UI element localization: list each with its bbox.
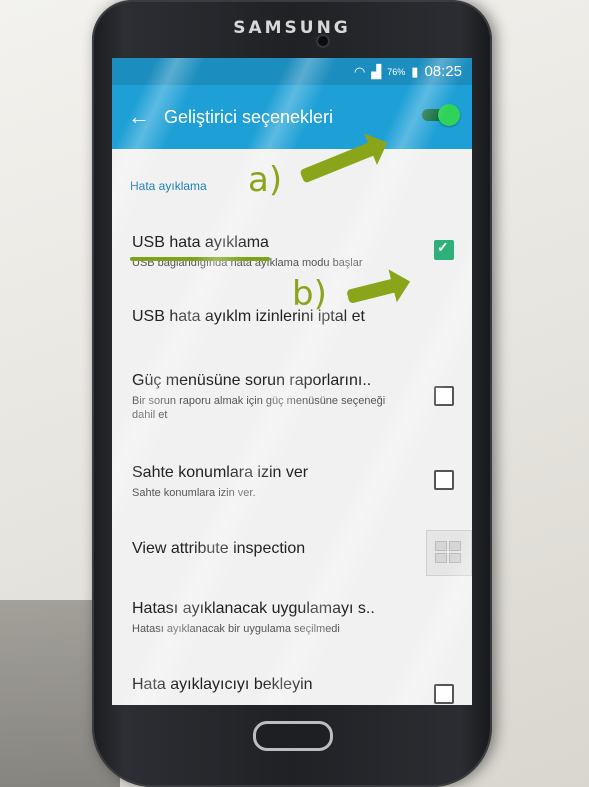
developer-options-switch[interactable] [422, 104, 460, 126]
annotation-a-label: a) [248, 160, 283, 200]
status-bar: ◠ ▟ 76% ▮ 08:25 [112, 58, 472, 85]
battery-icon: ▮ [411, 63, 419, 79]
annotation-b-label: b) [292, 274, 327, 314]
bug-report-checkbox[interactable] [434, 386, 454, 406]
setting-subtitle: Bir sorun raporu almak için güç menüsüne… [132, 395, 386, 421]
setting-subtitle: Hatası ayıklanacak bir uygulama seçilmed… [132, 623, 340, 635]
setting-select-debug-app[interactable]: Hatası ayıklanacak uygulamayı s.. Hatası… [112, 596, 472, 642]
setting-mock-locations[interactable]: Sahte konumlara izin ver Sahte konumlara… [112, 460, 472, 504]
section-header-debugging: Hata ayıklama [130, 179, 207, 193]
wifi-icon: ◠ [353, 63, 366, 79]
view-attribute-grid-button[interactable] [426, 530, 472, 576]
home-button[interactable] [253, 721, 333, 751]
signal-icon: ▟ [371, 63, 382, 79]
setting-usb-debugging[interactable]: USB hata ayıklama USB bağlandığında hata… [112, 228, 472, 274]
setting-view-attribute-inspection[interactable]: View attribute inspection [112, 530, 472, 576]
switch-knob[interactable] [438, 104, 460, 126]
setting-title: Güç menüsüne sorun raporlarını.. [132, 372, 372, 389]
battery-percent: 76% [387, 66, 406, 77]
setting-subtitle: Sahte konumlara izin ver. [132, 487, 256, 499]
page-title: Geliştirici seçenekleri [164, 106, 334, 127]
back-arrow-icon[interactable]: ← [128, 104, 152, 130]
mock-locations-checkbox[interactable] [434, 470, 454, 490]
wait-debugger-checkbox[interactable] [434, 684, 454, 704]
setting-title: Hata ayıklayıcıyı bekleyin [132, 676, 313, 693]
setting-bug-report-shortcut[interactable]: Güç menüsüne sorun raporlarını.. Bir sor… [112, 368, 472, 432]
screen: ◠ ▟ 76% ▮ 08:25 ← Geliştirici seçenekler… [112, 58, 472, 705]
setting-wait-for-debugger[interactable]: Hata ayıklayıcıyı bekleyin [112, 674, 472, 704]
front-camera [318, 36, 328, 46]
setting-title: Hatası ayıklanacak uygulamayı s.. [132, 600, 375, 617]
setting-title: Sahte konumlara izin ver [132, 464, 309, 481]
app-bar: ← Geliştirici seçenekleri [112, 85, 472, 149]
setting-title: USB hata ayıklm izinlerini iptal et [132, 308, 365, 325]
usb-debugging-highlight-underline [130, 257, 270, 261]
status-time: 08:25 [424, 63, 462, 80]
setting-title: View attribute inspection [132, 540, 306, 557]
usb-debugging-checkbox[interactable] [434, 239, 454, 260]
brand-logo: SAMSUNG [233, 18, 351, 38]
setting-title: USB hata ayıklama [132, 234, 269, 251]
